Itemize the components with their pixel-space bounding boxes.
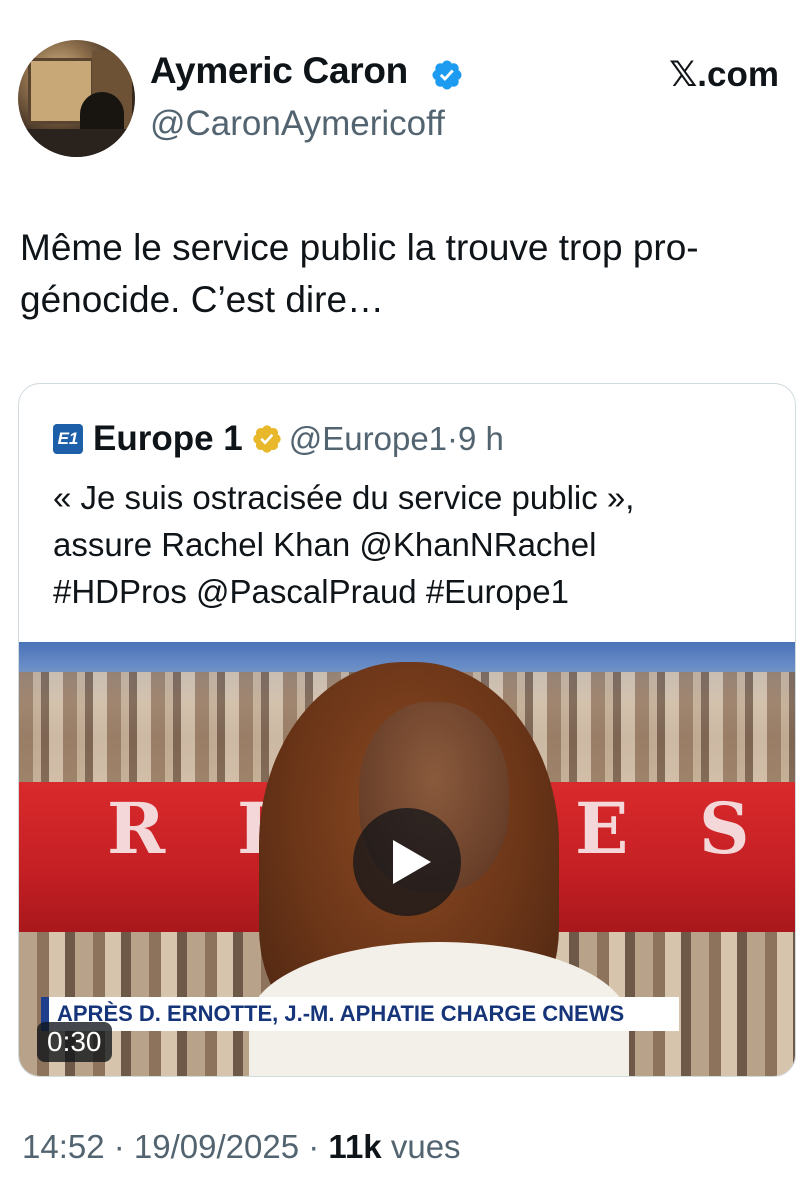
play-button[interactable] [353,808,461,916]
play-icon [393,840,431,884]
tweet-date[interactable]: 19/09/2025 [134,1128,299,1165]
quoted-tweet-card[interactable]: E1 Europe 1 @Europe1 · 9 h « Je suis ost… [18,383,796,1077]
quoted-separator: · [447,420,459,457]
studio-letter: R [107,787,166,870]
verified-badge-icon [432,60,462,90]
verified-org-badge-icon [253,425,281,453]
meta-separator: · [299,1128,329,1165]
author-name[interactable]: Aymeric Caron [150,50,408,92]
quoted-author-name[interactable]: Europe 1 [93,419,243,459]
europe1-logo-icon: E1 [53,424,83,454]
views-label: vues [381,1128,461,1165]
studio-letter: S [699,787,750,870]
quoted-time[interactable]: 9 h [458,420,504,458]
quoted-tweet-text: « Je suis ostracisée du service public »… [53,479,635,610]
author-handle[interactable]: @CaronAymericoff [150,104,445,144]
video-duration-badge: 0:30 [37,1022,112,1062]
quoted-author-handle[interactable]: @Europe1 [289,420,447,458]
tweet-text: Même le service public la trouve trop pr… [20,227,699,320]
quoted-tweet-header: E1 Europe 1 @Europe1 · 9 h [53,419,504,459]
x-com-label: 𝕏.com [669,55,779,94]
studio-letter: E [575,787,629,870]
video-chyron: APRÈS D. ERNOTTE, J.-M. APHATIE CHARGE C… [41,997,679,1031]
meta-separator: · [104,1128,134,1165]
video-player[interactable]: R E E S APRÈS D. ERNOTTE, J.-M. APHATIE … [19,642,795,1076]
author-avatar[interactable] [18,40,135,157]
tweet-meta: 14:52 · 19/09/2025 · 11k vues [22,1128,461,1166]
tweet-time[interactable]: 14:52 [22,1128,105,1165]
views-count: 11k [328,1128,382,1165]
avatar-floor [18,129,135,157]
